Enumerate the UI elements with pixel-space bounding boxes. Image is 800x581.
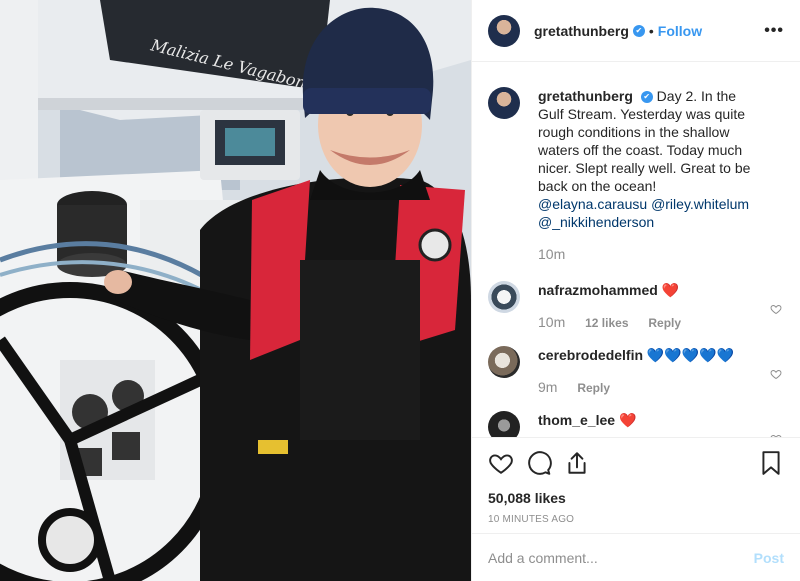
comment-item: nafrazmohammed ❤️ 10m 12 likes Reply — [488, 281, 784, 332]
post-comment-button[interactable]: Post — [754, 550, 784, 566]
comment-item: cerebrodedelfin 💙💙💙💙💙 9m Reply — [488, 346, 784, 397]
commenter-avatar[interactable] — [488, 346, 520, 378]
author-avatar[interactable] — [488, 14, 520, 47]
comment-meta: 10m 12 likes Reply — [538, 313, 764, 332]
caption: gretathunberg ✔ Day 2. In the Gulf Strea… — [488, 87, 784, 263]
comment-username[interactable]: nafrazmohammed — [538, 282, 658, 298]
reply-button[interactable]: Reply — [577, 381, 610, 395]
caption-body: gretathunberg ✔ Day 2. In the Gulf Strea… — [538, 87, 784, 263]
caption-username[interactable]: gretathunberg — [538, 88, 633, 104]
action-icons — [488, 448, 784, 478]
like-heart-icon[interactable] — [488, 450, 514, 476]
comment-username[interactable]: cerebrodedelfin — [538, 347, 643, 363]
caption-meta: 10m — [538, 245, 764, 263]
like-comment-heart-icon[interactable] — [770, 368, 782, 380]
comment-text: ❤️ — [661, 282, 680, 298]
comment-body: thom_e_lee ❤️ — [538, 411, 784, 437]
comment-body: nafrazmohammed ❤️ 10m 12 likes Reply — [538, 281, 784, 332]
reply-button[interactable]: Reply — [648, 316, 681, 330]
comment-username[interactable]: thom_e_lee — [538, 412, 615, 428]
verified-badge-icon: ✔ — [632, 24, 645, 37]
comment-time[interactable]: 10m — [538, 314, 565, 330]
follow-button[interactable]: Follow — [658, 23, 702, 39]
add-comment-input[interactable] — [488, 549, 754, 566]
commenter-avatar[interactable] — [488, 411, 520, 437]
comment-body: cerebrodedelfin 💙💙💙💙💙 9m Reply — [538, 346, 784, 397]
bookmark-icon[interactable] — [758, 450, 784, 476]
mention-link[interactable]: @_nikkihenderson — [538, 214, 654, 230]
more-options-icon[interactable]: ••• — [764, 22, 784, 40]
comment-text: ❤️ — [618, 412, 637, 428]
post-timestamp[interactable]: 10 minutes ago — [488, 514, 784, 525]
post-photo[interactable]: Malizia Le Vagabonde — [0, 0, 471, 581]
caption-avatar[interactable] — [488, 87, 520, 119]
author-username[interactable]: gretathunberg — [534, 23, 629, 39]
verified-badge-icon: ✔ — [640, 91, 653, 104]
comment-likes[interactable]: 12 likes — [585, 316, 628, 330]
likes-count[interactable]: 50,088 likes — [488, 490, 784, 506]
comment-text: 💙💙💙💙💙 — [646, 347, 735, 363]
add-comment-bar: Post — [472, 533, 800, 581]
mention-link[interactable]: @riley.whitelum — [651, 196, 749, 212]
comment-meta: 9m Reply — [538, 378, 764, 397]
comment-bubble-icon[interactable] — [526, 450, 552, 476]
like-comment-heart-icon[interactable] — [770, 303, 782, 315]
caption-time[interactable]: 10m — [538, 246, 565, 262]
post-header: gretathunberg ✔ • Follow ••• — [472, 0, 800, 62]
share-icon[interactable] — [564, 450, 590, 476]
commenter-avatar[interactable] — [488, 281, 520, 313]
mention-link[interactable]: @elayna.carausu — [538, 196, 647, 212]
header-separator: • — [648, 22, 654, 39]
post-actions: 50,088 likes 10 minutes ago — [472, 437, 800, 533]
photo-illustration: Malizia Le Vagabonde — [0, 0, 471, 581]
post-details-panel: gretathunberg ✔ • Follow ••• gretathunbe… — [471, 0, 800, 581]
comments-list[interactable]: gretathunberg ✔ Day 2. In the Gulf Strea… — [472, 63, 800, 437]
comment-time[interactable]: 9m — [538, 379, 557, 395]
comment-item: thom_e_lee ❤️ — [488, 411, 784, 437]
